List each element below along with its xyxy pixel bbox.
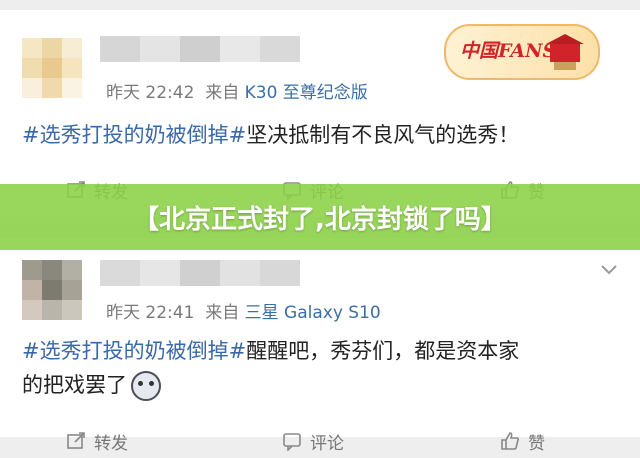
hashtag-link[interactable]: #选秀打投的奶被倒掉# [22, 339, 246, 363]
post-text-line2: 的把戏罢了 [22, 373, 127, 397]
post-from-label: 来自 [205, 83, 240, 103]
weibo-post-2: 昨天 22:41 来自 三星 Galaxy S10 #选秀打投的奶被倒掉#醒醒吧… [0, 238, 640, 454]
banner-title: 【北京正式封了,北京封锁了吗】 [133, 204, 507, 235]
badge-label: 中国FANS [460, 40, 557, 62]
post-source[interactable]: K30 至尊纪念版 [245, 83, 368, 103]
comment-label: 评论 [310, 433, 344, 454]
post-time: 昨天 22:42 [106, 83, 195, 103]
avatar[interactable] [22, 38, 82, 98]
chevron-down-icon[interactable] [600, 264, 618, 276]
action-bar: 转发 评论 赞 [0, 424, 640, 458]
username-blurred[interactable] [100, 260, 300, 286]
repost-button[interactable]: 转发 [66, 429, 128, 454]
hashtag-link[interactable]: #选秀打投的奶被倒掉# [22, 123, 246, 147]
post-from-label: 来自 [205, 303, 240, 323]
post-text-line1: 醒醒吧，秀芬们，都是资本家 [246, 339, 520, 363]
username-blurred[interactable] [100, 36, 300, 62]
thumbs-up-icon [501, 432, 519, 450]
post-body: #选秀打投的奶被倒掉#醒醒吧，秀芬们，都是资本家 的把戏罢了 [22, 334, 622, 402]
post-meta: 昨天 22:42 来自 K30 至尊纪念版 [106, 78, 368, 103]
like-label: 赞 [528, 433, 545, 454]
post-meta: 昨天 22:41 来自 三星 Galaxy S10 [106, 298, 381, 323]
title-banner: 【北京正式封了,北京封锁了吗】 [0, 184, 640, 250]
repost-label: 转发 [94, 433, 128, 454]
repost-icon [67, 432, 85, 449]
comment-button[interactable]: 评论 [282, 429, 344, 454]
post-text: 坚决抵制有不良风气的选秀！ [246, 123, 520, 147]
post-time: 昨天 22:41 [106, 303, 195, 323]
post-source[interactable]: 三星 Galaxy S10 [245, 303, 381, 323]
avatar[interactable] [22, 260, 82, 320]
like-button[interactable]: 赞 [500, 429, 545, 454]
dog-face-emoji-icon [131, 371, 161, 401]
post-body: #选秀打投的奶被倒掉#坚决抵制有不良风气的选秀！ [22, 118, 622, 152]
fans-badge: 中国FANS [444, 24, 600, 80]
comment-icon [283, 433, 301, 451]
